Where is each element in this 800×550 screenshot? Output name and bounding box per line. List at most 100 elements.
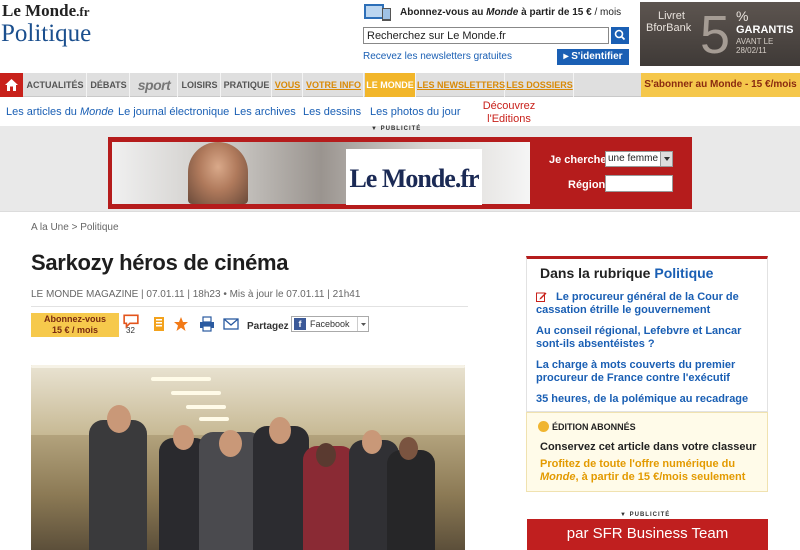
abonnes-badge-icon (538, 421, 549, 432)
article-photo (31, 365, 465, 550)
nav-debats[interactable]: Débats (88, 73, 130, 97)
photo-light (199, 417, 229, 421)
share-toolbar: Abonnez-vous 15 € / mois 32 Partagez f Fa… (31, 311, 468, 339)
nav-actualites[interactable]: Actualités (24, 73, 87, 97)
rubrique-link-conseil-regional[interactable]: Au conseil régional, Lefebvre et Lancar … (536, 325, 758, 351)
photo-head (362, 430, 382, 454)
subnav-dessins[interactable]: Les dessins (303, 106, 361, 118)
ad-je-cherche-label: Je cherche (549, 154, 607, 166)
search-button[interactable] (611, 27, 629, 44)
ad-man-portrait (188, 142, 248, 204)
ad-region-label: Région (568, 179, 606, 191)
email-icon[interactable] (223, 316, 239, 332)
nav-sport[interactable]: sport (131, 73, 178, 97)
promo-suffix: / mois (591, 7, 622, 18)
abonnes-offre-link[interactable]: Profitez de toute l'offre numérique du M… (540, 458, 760, 484)
article-headline: Sarkozy héros de cinéma (31, 250, 289, 275)
rubrique-title-section: Politique (654, 265, 714, 281)
chevron-down-icon (660, 152, 672, 166)
article-byline: LE MONDE MAGAZINE | 07.01.11 | 18h23 • M… (31, 289, 361, 300)
breadcrumb[interactable]: A la Une > Politique (31, 222, 119, 233)
nav-votre-info[interactable]: Votre info (304, 73, 364, 97)
bank-ad-percent: % (736, 8, 749, 24)
ad-region-input[interactable] (605, 175, 673, 192)
home-icon (5, 79, 18, 91)
bank-ad-deadline: AVANT LE 28/02/11 (736, 37, 774, 55)
rubrique-box: Dans la rubrique Politique Le procureur … (526, 256, 768, 412)
bank-ad-line2: BforBank (646, 22, 692, 34)
abonnes-classeur-link[interactable]: Conservez cet article dans votre classeu… (540, 441, 756, 453)
classeur-icon[interactable] (151, 316, 167, 332)
comments-count: 32 (126, 326, 135, 335)
rubrique-link-procureur[interactable]: Le procureur général de la Cour de cassa… (536, 291, 758, 317)
dating-ad-banner[interactable]: Le Monde.fr Je cherche une femme Région (108, 137, 692, 209)
ad-banner-photo: Le Monde.fr (112, 142, 530, 205)
facebook-icon: f (294, 318, 306, 330)
nav-subscribe-button[interactable]: S'abonner au Monde - 15 €/mois (641, 73, 800, 97)
bank-ad-line1: Livret (658, 10, 685, 22)
nav-le-monde[interactable]: Le Monde (365, 73, 416, 97)
newsletters-link[interactable]: Recevez les newsletters gratuites (363, 51, 512, 62)
abonnes-offre-prefix: Profitez de toute l'offre numérique du (540, 458, 736, 470)
star-icon[interactable] (173, 316, 189, 332)
photo-person (89, 420, 147, 550)
rubrique-title: Dans la rubrique Politique (540, 265, 713, 281)
logo-main: Le Monde (2, 1, 77, 20)
subnav-photos-du-jour[interactable]: Les photos du jour (370, 106, 461, 118)
rubrique-link-charge[interactable]: La charge à mots couverts du premier pro… (536, 359, 758, 385)
share-subscribe-button[interactable]: Abonnez-vous 15 € / mois (31, 313, 119, 337)
ad-label: ▼ PUBLICITÉ (371, 126, 422, 132)
subnav-articles-prefix: Les articles du (6, 106, 80, 118)
subnav-journal-electronique[interactable]: Le journal électronique (118, 106, 229, 118)
site-logo[interactable]: Le Monde.fr (2, 1, 90, 21)
nav-newsletters[interactable]: Les newsletters (417, 73, 505, 97)
abonnes-title: ÉDITION ABONNÉS (552, 422, 636, 432)
ad-gender-select[interactable]: une femme (605, 151, 673, 167)
edition-abonnes-box: ÉDITION ABONNÉS Conservez cet article da… (526, 412, 768, 492)
nav-home[interactable] (0, 73, 23, 97)
chevron-down-icon (357, 317, 368, 331)
promo-italic: Monde (486, 7, 519, 18)
subnav-articles-italic: Monde (79, 106, 114, 118)
subnav-articles-du-monde[interactable]: Les articles du Monde (6, 106, 114, 118)
main-nav: Actualités Débats sport Loisirs Pratique… (0, 73, 800, 97)
subnav-archives[interactable]: Les archives (234, 106, 296, 118)
login-arrow-icon: ▸ (563, 51, 569, 62)
nav-dossiers[interactable]: Les dossiers (506, 73, 574, 97)
nav-pratique[interactable]: Pratique (222, 73, 272, 97)
header: Le Monde.fr Politique Abonnez-vous au Mo… (0, 0, 800, 72)
search-input[interactable] (363, 27, 609, 44)
photo-person (387, 450, 435, 550)
nav-vous[interactable]: Vous (273, 73, 303, 97)
bank-ad-rate: 5 (700, 5, 731, 65)
logo-suffix: .fr (76, 4, 90, 19)
photo-head (316, 443, 336, 467)
rubrique-title-prefix: Dans la rubrique (540, 265, 655, 281)
ad-logo-box: Le Monde.fr (346, 149, 482, 205)
promo-text: Abonnez-vous au Monde à partir de 15 € /… (400, 7, 621, 18)
bank-ad-garantis: GARANTIS (736, 24, 794, 36)
print-icon[interactable] (199, 316, 215, 332)
photo-head (107, 405, 131, 433)
photo-head (173, 425, 194, 450)
photo-person (253, 426, 309, 550)
article-divider (31, 306, 468, 307)
share-network-select[interactable]: f Facebook (291, 316, 369, 332)
ad-label-text: PUBLICITÉ (380, 126, 422, 132)
bank-ad-banner[interactable]: Livret BforBank 5 % GARANTIS AVANT LE 28… (640, 2, 800, 66)
promo-prefix: Abonnez-vous au (400, 7, 487, 18)
abonnes-offre-italic: Monde (540, 471, 576, 483)
top-ad-band: ▼ PUBLICITÉ Le Monde.fr Je cherche une f… (0, 126, 800, 212)
nav-loisirs[interactable]: Loisirs (179, 73, 221, 97)
photo-light (186, 405, 226, 409)
photo-head (269, 417, 291, 444)
photo-head (399, 437, 418, 460)
rubrique-link-35-heures[interactable]: 35 heures, de la polémique au recadrage (536, 393, 758, 406)
bank-ad-rate-label: % GARANTIS (736, 8, 800, 36)
subscribe-promo[interactable]: Abonnez-vous au Monde à partir de 15 € /… (364, 2, 634, 22)
share-network-value: Facebook (310, 319, 350, 329)
promo-price: à partir de 15 € (518, 7, 592, 18)
login-button[interactable]: ▸ S'identifier (557, 49, 629, 65)
section-title[interactable]: Politique (1, 20, 91, 48)
sfr-ad-banner[interactable]: par SFR Business Team (527, 519, 768, 550)
